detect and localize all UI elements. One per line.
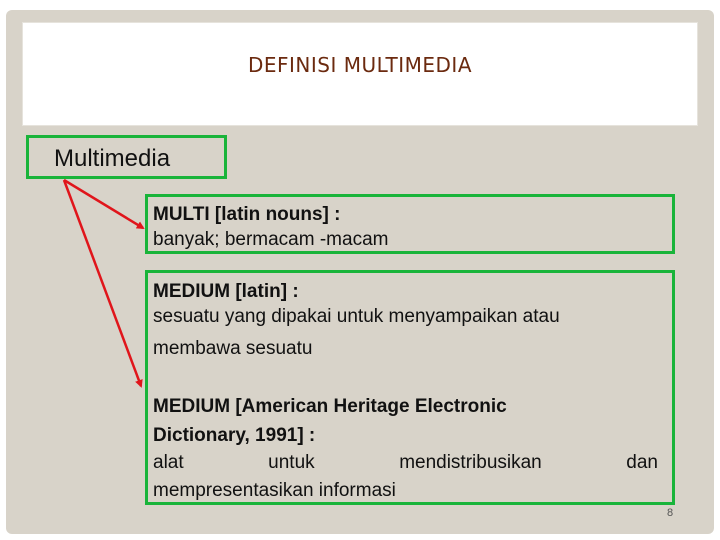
arrows-overlay — [62, 178, 145, 388]
arrow-to-medium — [62, 179, 143, 388]
arrow-to-multi — [63, 178, 145, 230]
page-number: 8 — [667, 507, 674, 519]
